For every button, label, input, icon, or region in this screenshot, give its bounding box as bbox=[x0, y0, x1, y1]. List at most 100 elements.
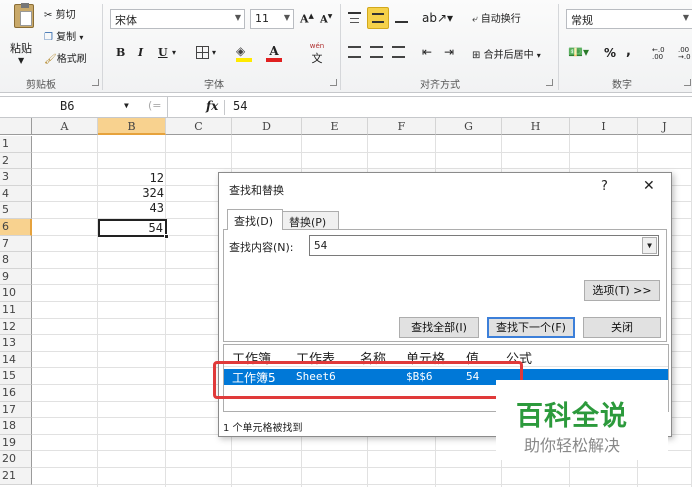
decrease-decimal-icon[interactable]: .00 →.0 bbox=[678, 47, 692, 61]
row-header-20[interactable]: 20 bbox=[0, 451, 32, 468]
clipboard-launcher-icon[interactable] bbox=[92, 79, 99, 86]
fx-button[interactable]: fx bbox=[206, 99, 218, 113]
help-button[interactable]: ? bbox=[601, 179, 608, 194]
chevron-down-icon[interactable]: ▼ bbox=[642, 237, 657, 254]
find-all-button[interactable]: 查找全部(I) bbox=[399, 317, 479, 338]
select-all-corner[interactable] bbox=[0, 118, 32, 135]
col-header-I[interactable]: I bbox=[570, 118, 638, 135]
gridline bbox=[32, 168, 692, 170]
row-header-16[interactable]: 16 bbox=[0, 385, 32, 402]
font-size-combo[interactable]: 11 ▼ bbox=[250, 9, 294, 29]
col-header-J[interactable]: J bbox=[638, 118, 692, 135]
increase-decimal-icon[interactable]: ←.0 .00 bbox=[652, 47, 674, 61]
decrease-indent-icon[interactable]: ⇤ bbox=[422, 45, 432, 59]
close-button[interactable]: 关闭 bbox=[583, 317, 661, 338]
fill-color-icon[interactable]: ◈ bbox=[236, 44, 252, 62]
font-color-icon[interactable]: A bbox=[266, 44, 282, 62]
font-group-label: 字体 bbox=[204, 80, 224, 91]
options-button[interactable]: 选项(T) >> bbox=[584, 280, 660, 301]
cancel-icon[interactable]: (= bbox=[148, 99, 162, 112]
row-header-1[interactable]: 1 bbox=[0, 136, 32, 153]
col-header-C[interactable]: C bbox=[166, 118, 232, 135]
cut-button[interactable]: ✂ 剪切 bbox=[44, 6, 76, 21]
align-bottom-icon[interactable] bbox=[395, 12, 408, 23]
border-icon[interactable] bbox=[196, 46, 209, 59]
bold-button[interactable]: B bbox=[116, 46, 125, 59]
italic-button[interactable]: I bbox=[138, 46, 143, 59]
row-header-4[interactable]: 4 bbox=[0, 185, 32, 203]
scissors-icon: ✂ bbox=[44, 10, 53, 21]
alignment-group-label: 对齐方式 bbox=[420, 80, 460, 91]
wrap-text-button[interactable]: ⤶ 自动换行 bbox=[472, 10, 521, 25]
find-label: 查找内容(N): bbox=[229, 241, 294, 254]
cell-B3[interactable]: 12 bbox=[100, 171, 164, 185]
col-header-B[interactable]: B bbox=[98, 118, 166, 135]
format-painter-button[interactable]: 🖌格式刷 bbox=[44, 50, 87, 65]
row-header-12[interactable]: 12 bbox=[0, 318, 32, 336]
find-input[interactable]: 54 ▼ bbox=[309, 235, 659, 256]
row-header-8[interactable]: 8 bbox=[0, 252, 32, 269]
percent-button[interactable]: % bbox=[604, 46, 616, 60]
row-header-9[interactable]: 9 bbox=[0, 268, 32, 286]
col-header-G[interactable]: G bbox=[436, 118, 502, 135]
font-launcher-icon[interactable] bbox=[330, 79, 337, 86]
row-header-13[interactable]: 13 bbox=[0, 335, 32, 352]
font-name-combo[interactable]: 宋体 ▼ bbox=[110, 9, 245, 29]
gridline bbox=[32, 483, 692, 485]
align-left-icon[interactable] bbox=[348, 46, 361, 58]
tab-replace[interactable]: 替换(P) bbox=[283, 211, 339, 230]
row-header-6[interactable]: 6 bbox=[0, 219, 32, 236]
row-header-11[interactable]: 11 bbox=[0, 302, 32, 319]
cell-B5[interactable]: 43 bbox=[100, 201, 164, 215]
row-header-2[interactable]: 2 bbox=[0, 152, 32, 170]
paste-button[interactable]: 粘贴 ▼ bbox=[8, 3, 40, 66]
shrink-font-icon[interactable]: A▼ bbox=[320, 13, 332, 25]
merge-icon: ⊞ bbox=[472, 50, 481, 61]
align-top-icon[interactable] bbox=[348, 12, 361, 23]
orientation-icon[interactable]: ab↗▾ bbox=[422, 11, 453, 25]
clipboard-group-label: 剪贴板 bbox=[26, 80, 56, 91]
increase-indent-icon[interactable]: ⇥ bbox=[444, 45, 454, 59]
comma-button[interactable]: , bbox=[626, 44, 631, 59]
name-box[interactable]: B6 ▼ bbox=[0, 97, 168, 117]
watermark-title: 百科全说 bbox=[516, 401, 628, 432]
col-header-F[interactable]: F bbox=[368, 118, 436, 135]
alignment-launcher-icon[interactable] bbox=[546, 79, 553, 86]
col-header-E[interactable]: E bbox=[302, 118, 368, 135]
currency-icon[interactable]: 💵▾ bbox=[568, 45, 589, 59]
phonetic-icon[interactable]: wén 文 bbox=[304, 43, 330, 66]
underline-button[interactable]: U bbox=[158, 46, 168, 59]
col-header-D[interactable]: D bbox=[232, 118, 302, 135]
merge-center-button[interactable]: ⊞ 合并后居中 ▾ bbox=[472, 46, 541, 61]
number-launcher-icon[interactable] bbox=[684, 79, 691, 86]
find-next-button[interactable]: 查找下一个(F) bbox=[487, 317, 575, 338]
col-header-A[interactable]: A bbox=[32, 118, 98, 135]
row-header-21[interactable]: 21 bbox=[0, 468, 32, 485]
active-cell-B6[interactable]: 54 bbox=[98, 219, 169, 239]
align-center-icon[interactable] bbox=[370, 46, 383, 58]
row-header-17[interactable]: 17 bbox=[0, 401, 32, 419]
row-header-18[interactable]: 18 bbox=[0, 418, 32, 435]
row-header-10[interactable]: 10 bbox=[0, 285, 32, 302]
close-icon[interactable]: ✕ bbox=[643, 178, 655, 194]
copy-button[interactable]: ❐ 复制 ▾ bbox=[44, 28, 83, 43]
row-header-15[interactable]: 15 bbox=[0, 368, 32, 385]
align-middle-icon[interactable] bbox=[367, 7, 389, 29]
chevron-down-icon[interactable]: ▾ bbox=[172, 48, 176, 57]
chevron-down-icon[interactable]: ▾ bbox=[212, 48, 216, 57]
number-format-combo[interactable]: 常规 ▼ bbox=[566, 9, 692, 29]
row-header-7[interactable]: 7 bbox=[0, 235, 32, 253]
row-header-19[interactable]: 19 bbox=[0, 434, 32, 452]
cell-B4[interactable]: 324 bbox=[100, 186, 164, 200]
fill-handle[interactable] bbox=[164, 234, 169, 239]
align-right-icon[interactable] bbox=[392, 46, 405, 58]
row-header-5[interactable]: 5 bbox=[0, 202, 32, 219]
row-header-3[interactable]: 3 bbox=[0, 169, 32, 186]
formula-input[interactable]: 54 bbox=[233, 99, 247, 113]
col-header-H[interactable]: H bbox=[502, 118, 570, 135]
watermark: 百科全说 助你轻松解决 bbox=[496, 380, 668, 460]
tab-find[interactable]: 查找(D) bbox=[227, 209, 283, 230]
paste-label: 粘贴 bbox=[10, 42, 32, 55]
grow-font-icon[interactable]: A▲ bbox=[300, 11, 314, 26]
row-header-14[interactable]: 14 bbox=[0, 351, 32, 369]
